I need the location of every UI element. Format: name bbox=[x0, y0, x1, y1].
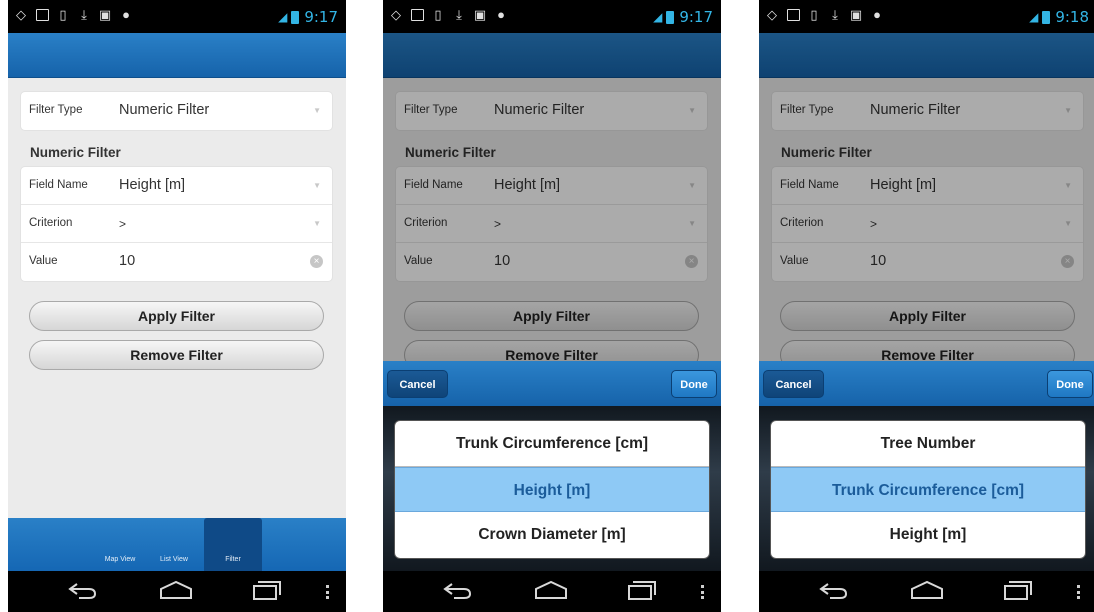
picker-panel: Trunk Circumference [cm] Height [m] Crow… bbox=[383, 406, 721, 571]
picker-option[interactable]: Crown Diameter [m] bbox=[395, 512, 709, 558]
recent-apps-icon[interactable] bbox=[625, 580, 659, 600]
status-time: 9:18 bbox=[1055, 8, 1089, 26]
picker-toolbar: Cancel Done bbox=[759, 361, 1094, 406]
field-name-label: Field Name bbox=[29, 179, 88, 191]
value-label: Value bbox=[29, 255, 58, 267]
picker-option[interactable]: Trunk Circumference [cm] bbox=[395, 421, 709, 467]
sim-icon: ▯ bbox=[810, 7, 818, 22]
criterion-value: > bbox=[119, 217, 127, 231]
signal-icon: ◢ bbox=[653, 10, 662, 24]
tab-map-view[interactable]: Map View bbox=[96, 518, 144, 571]
clear-icon[interactable]: × bbox=[310, 255, 323, 268]
picker-toolbar: Cancel Done bbox=[383, 361, 721, 406]
home-icon[interactable] bbox=[533, 580, 569, 600]
back-icon[interactable] bbox=[65, 580, 99, 600]
download-icon: ⤓ bbox=[832, 7, 838, 22]
remove-filter-button[interactable]: Remove Filter bbox=[29, 340, 324, 370]
chevron-down-icon: ▼ bbox=[313, 219, 321, 228]
cancel-button[interactable]: Cancel bbox=[763, 370, 824, 398]
cancel-button[interactable]: Cancel bbox=[387, 370, 448, 398]
tab-label: List View bbox=[160, 556, 188, 563]
status-time: 9:17 bbox=[679, 8, 713, 26]
battery-icon bbox=[1042, 10, 1051, 24]
battery-icon bbox=[291, 10, 300, 24]
image-icon bbox=[35, 8, 49, 22]
navigation-bar bbox=[383, 571, 721, 612]
home-icon[interactable] bbox=[909, 580, 945, 600]
sim-icon: ▯ bbox=[59, 7, 67, 22]
battery-icon bbox=[666, 10, 675, 24]
gamepad-icon: ● bbox=[873, 7, 881, 22]
status-bar: ◇ ▯ ⤓ ▣ ● ◢ 9:18 bbox=[759, 0, 1094, 33]
value-text: 10 bbox=[119, 253, 136, 269]
tab-label: Filter bbox=[225, 556, 241, 563]
picker-option[interactable]: Tree Number bbox=[771, 421, 1085, 467]
signal-icon: ◢ bbox=[1029, 10, 1038, 24]
back-icon[interactable] bbox=[816, 580, 850, 600]
menu-icon[interactable] bbox=[701, 585, 704, 599]
numeric-filter-group: Field Name Height [m] ▼ Criterion > ▼ Va… bbox=[21, 167, 332, 281]
filter-type-select[interactable]: Filter Type Numeric Filter ▼ bbox=[21, 92, 332, 130]
download-icon: ⤓ bbox=[456, 7, 462, 22]
media-icon: ▣ bbox=[473, 7, 487, 22]
status-bar: ◇ ▯ ⤓ ▣ ● ◢ 9:17 bbox=[383, 0, 721, 33]
done-button[interactable]: Done bbox=[671, 370, 717, 398]
tab-list-view[interactable]: List View bbox=[150, 518, 198, 571]
recent-apps-icon[interactable] bbox=[250, 580, 284, 600]
media-icon: ▣ bbox=[849, 7, 863, 22]
image-icon bbox=[786, 8, 800, 22]
status-time: 9:17 bbox=[304, 8, 338, 26]
picker-option-selected[interactable]: Height [m] bbox=[395, 466, 709, 513]
signal-icon: ◢ bbox=[278, 10, 287, 24]
gamepad-icon: ● bbox=[122, 7, 130, 22]
tab-filter[interactable]: Filter bbox=[204, 518, 262, 571]
media-icon: ▣ bbox=[98, 7, 112, 22]
sim-icon: ▯ bbox=[434, 7, 442, 22]
location-icon: ◇ bbox=[16, 7, 26, 22]
bottom-tab-bar: Map View List View Filter bbox=[8, 518, 346, 571]
modal-overlay bbox=[383, 33, 721, 361]
done-button[interactable]: Done bbox=[1047, 370, 1093, 398]
picker-wheel[interactable]: Trunk Circumference [cm] Height [m] Crow… bbox=[395, 421, 709, 558]
phone-screen-picker-1: ◇ ▯ ⤓ ▣ ● ◢ 9:17 Filter Type Numeric Fil… bbox=[383, 0, 721, 612]
picker-option[interactable]: Height [m] bbox=[771, 512, 1085, 558]
image-icon bbox=[410, 8, 424, 22]
picker-wheel[interactable]: Tree Number Trunk Circumference [cm] Hei… bbox=[771, 421, 1085, 558]
header-bar bbox=[8, 33, 346, 78]
back-icon[interactable] bbox=[440, 580, 474, 600]
home-icon[interactable] bbox=[158, 580, 194, 600]
navigation-bar bbox=[8, 571, 346, 612]
criterion-label: Criterion bbox=[29, 217, 73, 229]
picker-option-selected[interactable]: Trunk Circumference [cm] bbox=[771, 466, 1085, 513]
criterion-select[interactable]: Criterion > ▼ bbox=[21, 205, 332, 243]
download-icon: ⤓ bbox=[81, 7, 87, 22]
section-title: Numeric Filter bbox=[30, 145, 121, 160]
navigation-bar bbox=[759, 571, 1094, 612]
chevron-down-icon: ▼ bbox=[313, 181, 321, 190]
menu-icon[interactable] bbox=[326, 585, 329, 599]
filter-type-value: Numeric Filter bbox=[119, 102, 210, 118]
gamepad-icon: ● bbox=[497, 7, 505, 22]
menu-icon[interactable] bbox=[1077, 585, 1080, 599]
picker-panel: Tree Number Trunk Circumference [cm] Hei… bbox=[759, 406, 1094, 571]
chevron-down-icon: ▼ bbox=[313, 106, 321, 115]
filter-type-group: Filter Type Numeric Filter ▼ bbox=[21, 92, 332, 130]
filter-type-label: Filter Type bbox=[29, 104, 83, 116]
tab-label: Map View bbox=[104, 556, 136, 563]
field-name-select[interactable]: Field Name Height [m] ▼ bbox=[21, 167, 332, 205]
status-bar: ◇ ▯ ⤓ ▣ ● ◢ 9:17 bbox=[8, 0, 346, 33]
modal-overlay bbox=[759, 33, 1094, 361]
phone-screen-filter: ◇ ▯ ⤓ ▣ ● ◢ 9:17 Filter Type Numeric Fil… bbox=[8, 0, 346, 612]
recent-apps-icon[interactable] bbox=[1001, 580, 1035, 600]
field-name-value: Height [m] bbox=[119, 177, 186, 193]
value-input[interactable]: Value 10 × bbox=[21, 243, 332, 281]
apply-filter-button[interactable]: Apply Filter bbox=[29, 301, 324, 331]
phone-screen-picker-2: ◇ ▯ ⤓ ▣ ● ◢ 9:18 Filter Type Numeric Fil… bbox=[759, 0, 1094, 612]
location-icon: ◇ bbox=[391, 7, 401, 22]
location-icon: ◇ bbox=[767, 7, 777, 22]
